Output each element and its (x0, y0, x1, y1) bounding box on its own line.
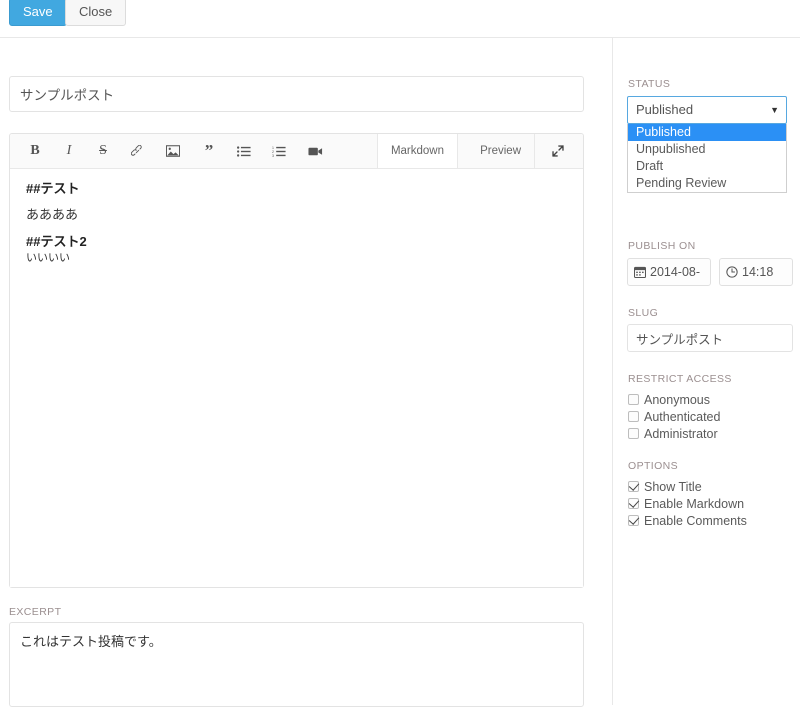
checkbox-box[interactable] (628, 515, 639, 526)
publish-on-label: PUBLISH ON (628, 240, 696, 252)
checkbox-box[interactable] (628, 428, 639, 439)
strikethrough-icon[interactable]: S (86, 134, 120, 168)
excerpt-input[interactable]: これはテスト投稿です。 (9, 622, 584, 707)
editor-line: ##テスト (26, 181, 80, 196)
editor-line: ああああ (26, 207, 79, 223)
status-dropdown-list[interactable]: Published Unpublished Draft Pending Revi… (627, 124, 787, 193)
checkbox-box[interactable] (628, 498, 639, 509)
checkbox-enable-markdown[interactable]: Enable Markdown (628, 496, 744, 513)
checkbox-box[interactable] (628, 481, 639, 492)
checkbox-label: Enable Markdown (644, 497, 745, 511)
status-option-unpublished[interactable]: Unpublished (628, 141, 786, 158)
close-button[interactable]: Close (65, 0, 127, 26)
unordered-list-icon[interactable] (227, 134, 261, 168)
tab-markdown[interactable]: Markdown (376, 134, 458, 168)
checkbox-label: Show Title (644, 480, 702, 494)
publish-date-input[interactable]: 2014-08- (627, 258, 711, 286)
editor-content-area[interactable]: ##テスト ああああ ##テスト2 いいいい (10, 169, 583, 587)
checkbox-label: Enable Comments (644, 514, 747, 528)
restrict-access-label: RESTRICT ACCESS (628, 373, 732, 385)
svg-text:3: 3 (272, 153, 274, 156)
editor-toolbar: B I S ” 1 2 3 Markdown Preview (10, 134, 583, 169)
checkbox-show-title[interactable]: Show Title (628, 479, 702, 496)
ordered-list-icon[interactable]: 1 2 3 (262, 134, 296, 168)
editor-line: ##テスト2 (26, 233, 87, 249)
calendar-icon (634, 261, 647, 285)
checkbox-enable-comments[interactable]: Enable Comments (628, 513, 747, 530)
expand-icon[interactable] (541, 134, 575, 168)
top-action-bar: Save Close (0, 0, 800, 38)
slug-input[interactable] (627, 324, 793, 352)
checkbox-box[interactable] (628, 394, 639, 405)
status-option-draft[interactable]: Draft (628, 158, 786, 175)
quote-icon[interactable]: ” (192, 134, 226, 168)
video-icon[interactable] (298, 134, 332, 168)
checkbox-label: Anonymous (644, 393, 711, 407)
publish-time-input[interactable]: 14:18 (719, 258, 793, 286)
italic-icon[interactable]: I (52, 134, 86, 168)
markdown-editor: B I S ” 1 2 3 Markdown Preview ##テスト あああ… (9, 133, 584, 588)
excerpt-label: EXCERPT (9, 606, 62, 618)
post-title-input[interactable] (9, 76, 584, 112)
publish-time-value: 14:18 (742, 265, 774, 279)
bold-icon[interactable]: B (18, 134, 52, 168)
status-selected-value: Published (636, 102, 694, 117)
checkbox-label: Authenticated (644, 410, 721, 424)
checkbox-anonymous[interactable]: Anonymous (628, 392, 710, 409)
status-select[interactable]: Published ▼ (627, 96, 787, 124)
publish-date-value: 2014-08- (650, 265, 701, 279)
chevron-down-icon: ▼ (770, 105, 779, 115)
tab-preview[interactable]: Preview (467, 134, 535, 168)
checkbox-label: Administrator (644, 427, 718, 441)
checkbox-administrator[interactable]: Administrator (628, 426, 718, 443)
image-icon[interactable] (156, 134, 190, 168)
editor-line: いいいい (26, 251, 70, 264)
checkbox-box[interactable] (628, 411, 639, 422)
slug-label: SLUG (628, 307, 659, 319)
save-button[interactable]: Save (9, 0, 67, 26)
options-label: OPTIONS (628, 460, 679, 472)
link-icon[interactable] (120, 134, 154, 168)
post-main-column: B I S ” (0, 38, 612, 707)
status-option-published[interactable]: Published (628, 124, 786, 141)
status-option-pending-review[interactable]: Pending Review (628, 175, 786, 192)
checkbox-authenticated[interactable]: Authenticated (628, 409, 720, 426)
post-settings-sidebar: STATUS Published ▼ Published Unpublished… (613, 38, 800, 705)
clock-icon (726, 261, 738, 285)
status-label: STATUS (628, 78, 671, 90)
